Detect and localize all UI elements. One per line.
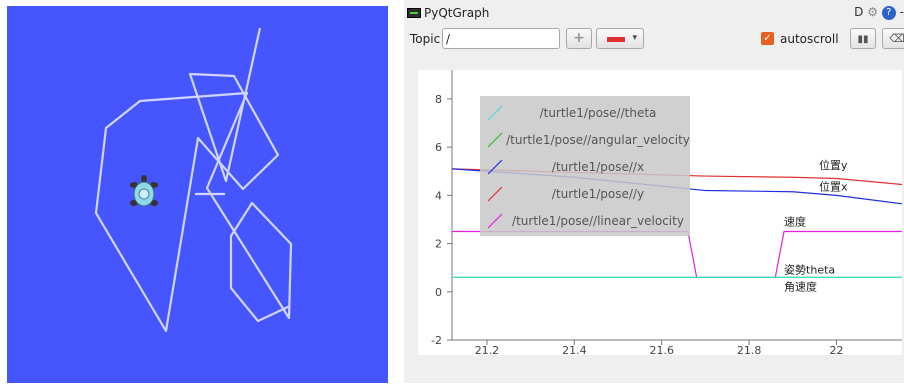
legend-label: /turtle1/pose//x [552,160,644,174]
topic-label: Topic [410,32,441,46]
y-tick-label: 0 [435,286,442,299]
close-trail[interactable]: - [900,5,904,19]
titlebar: PyQtGraph D ⚙ ? - [404,0,904,24]
y-tick-label: -2 [431,334,442,347]
series-annotation: 位置x [819,180,848,194]
title-tools: D ⚙ ? - [854,5,904,20]
app-title: PyQtGraph [424,6,490,20]
y-tick-label: 2 [435,238,442,251]
clear-button[interactable]: ⌫ [882,28,904,49]
x-tick-label: 22 [829,344,843,355]
plot-area[interactable]: -2 0 2 4 6 8 21.2 21.4 21.6 21.8 22 位置y 位置x 速度姿勢theta… [418,70,903,357]
y-tick-label: 4 [435,189,442,202]
series-annotation: 位置y [819,158,848,172]
chart-svg[interactable]: -2 0 2 4 6 8 21.2 21.4 21.6 21.8 22 位置y 位置x 速度姿勢theta… [418,70,903,357]
pen-color-swatch [607,37,625,42]
turtlesim-canvas [7,6,388,383]
d-button[interactable]: D [854,5,863,19]
chevron-down-icon: ▾ [632,33,637,43]
rqt-plot-window: PyQtGraph D ⚙ ? - Topic + ▾ ✓ autoscroll… [404,0,904,383]
pause-button[interactable]: ▮▮ [850,28,876,49]
autoscroll-checkbox[interactable]: ✓ [761,32,774,45]
turtle-icon [130,175,158,207]
turtle-path-drawing [94,27,293,333]
series-annotation: 速度 [784,214,806,228]
add-topic-button[interactable]: + [566,28,592,49]
series-annotation: 角速度 [784,280,817,294]
toolbar: Topic + ▾ ✓ autoscroll ▮▮ ⌫ [404,27,904,51]
help-icon[interactable]: ? [881,5,896,20]
topic-input[interactable] [442,28,560,49]
y-tick-label: 6 [435,141,442,154]
plus-icon: + [573,30,585,46]
legend-label: /turtle1/pose//y [552,187,644,201]
series-annotation: 姿勢theta [784,263,835,277]
legend-label: /turtle1/pose//linear_velocity [512,214,684,228]
pen-color-dropdown[interactable]: ▾ [596,28,644,49]
clear-icon: ⌫ [889,32,904,45]
legend-label: /turtle1/pose//theta [540,106,657,120]
terminal-icon [407,8,421,18]
turtle-trail [94,27,293,333]
legend-label: /turtle1/pose//angular_velocity [506,133,690,147]
y-tick-label: 8 [435,93,442,106]
x-tick-label: 21.8 [737,344,762,355]
x-tick-label: 21.6 [649,344,674,355]
x-tick-label: 21.4 [562,344,587,355]
gear-icon[interactable]: ⚙ [867,5,878,19]
autoscroll-label: autoscroll [780,32,839,46]
pause-icon: ▮▮ [857,34,869,45]
x-tick-label: 21.2 [475,344,500,355]
